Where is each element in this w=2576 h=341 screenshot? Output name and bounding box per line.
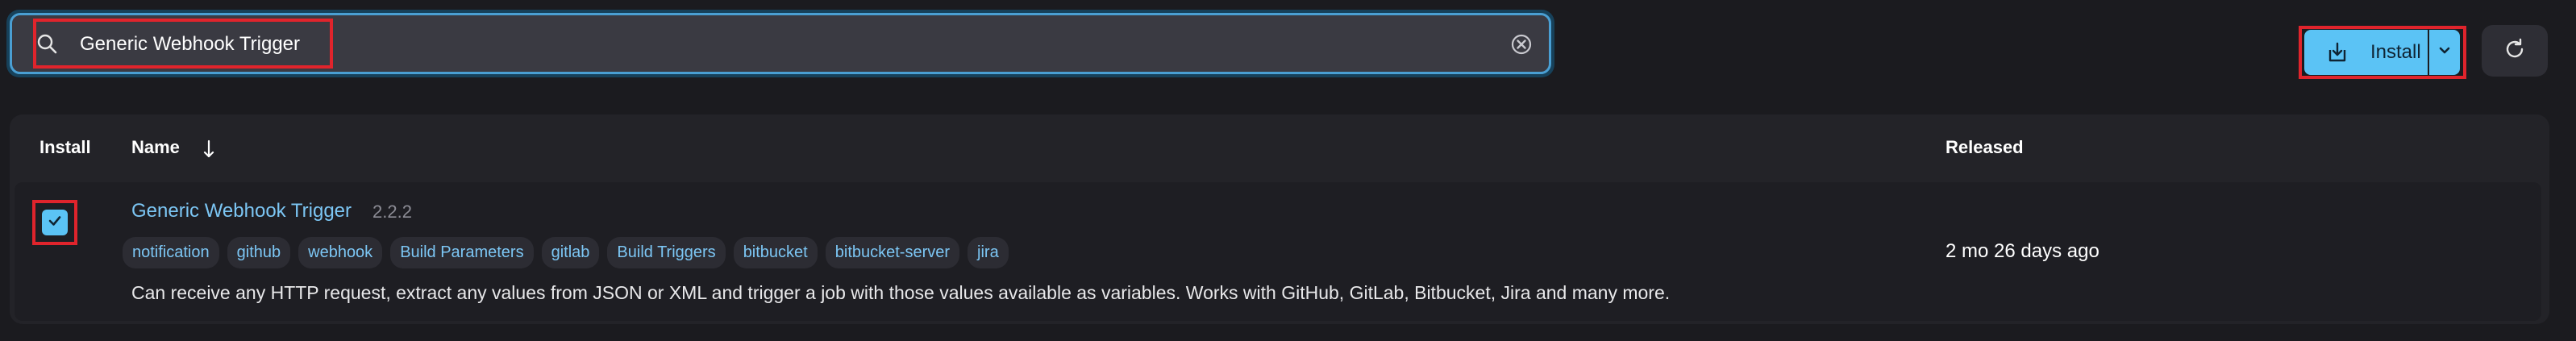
plugin-description: Can receive any HTTP request, extract an… — [131, 282, 1671, 303]
clear-icon[interactable] — [1510, 33, 1533, 56]
plugin-name-link[interactable]: Generic Webhook Trigger — [131, 200, 352, 222]
tag-build-triggers[interactable]: Build Triggers — [607, 237, 726, 268]
tag-github[interactable]: github — [227, 237, 291, 268]
plugin-manager-page: Install Install Name Released — [0, 0, 2576, 341]
plugin-version: 2.2.2 — [372, 202, 412, 222]
tag-gitlab[interactable]: gitlab — [541, 237, 600, 268]
install-button-label: Install — [2370, 41, 2421, 63]
search-focus-ring — [6, 10, 1554, 77]
refresh-icon — [2503, 37, 2527, 65]
install-checkbox[interactable] — [42, 210, 68, 235]
search-input[interactable] — [80, 28, 1370, 60]
chevron-down-icon — [2437, 43, 2453, 63]
column-header-name[interactable]: Name — [131, 137, 180, 158]
plugin-tags: notification github webhook Build Parame… — [123, 237, 1009, 268]
download-icon — [2325, 40, 2349, 64]
column-header-install: Install — [40, 137, 91, 157]
tag-build-parameters[interactable]: Build Parameters — [390, 237, 534, 268]
install-options-button[interactable] — [2429, 30, 2460, 75]
refresh-button[interactable] — [2482, 25, 2548, 77]
tag-bitbucket[interactable]: bitbucket — [733, 237, 818, 268]
tag-bitbucket-server[interactable]: bitbucket-server — [825, 237, 960, 268]
install-button[interactable]: Install — [2304, 30, 2428, 75]
tag-webhook[interactable]: webhook — [298, 237, 383, 268]
tag-notification[interactable]: notification — [123, 237, 219, 268]
checkmark-icon — [46, 212, 64, 234]
plugin-released: 2 mo 26 days ago — [1946, 240, 2100, 262]
tag-jira[interactable]: jira — [968, 237, 1009, 268]
arrow-down-icon[interactable] — [202, 139, 216, 160]
search-bar[interactable] — [10, 13, 1551, 74]
column-header-released: Released — [1946, 137, 2024, 157]
